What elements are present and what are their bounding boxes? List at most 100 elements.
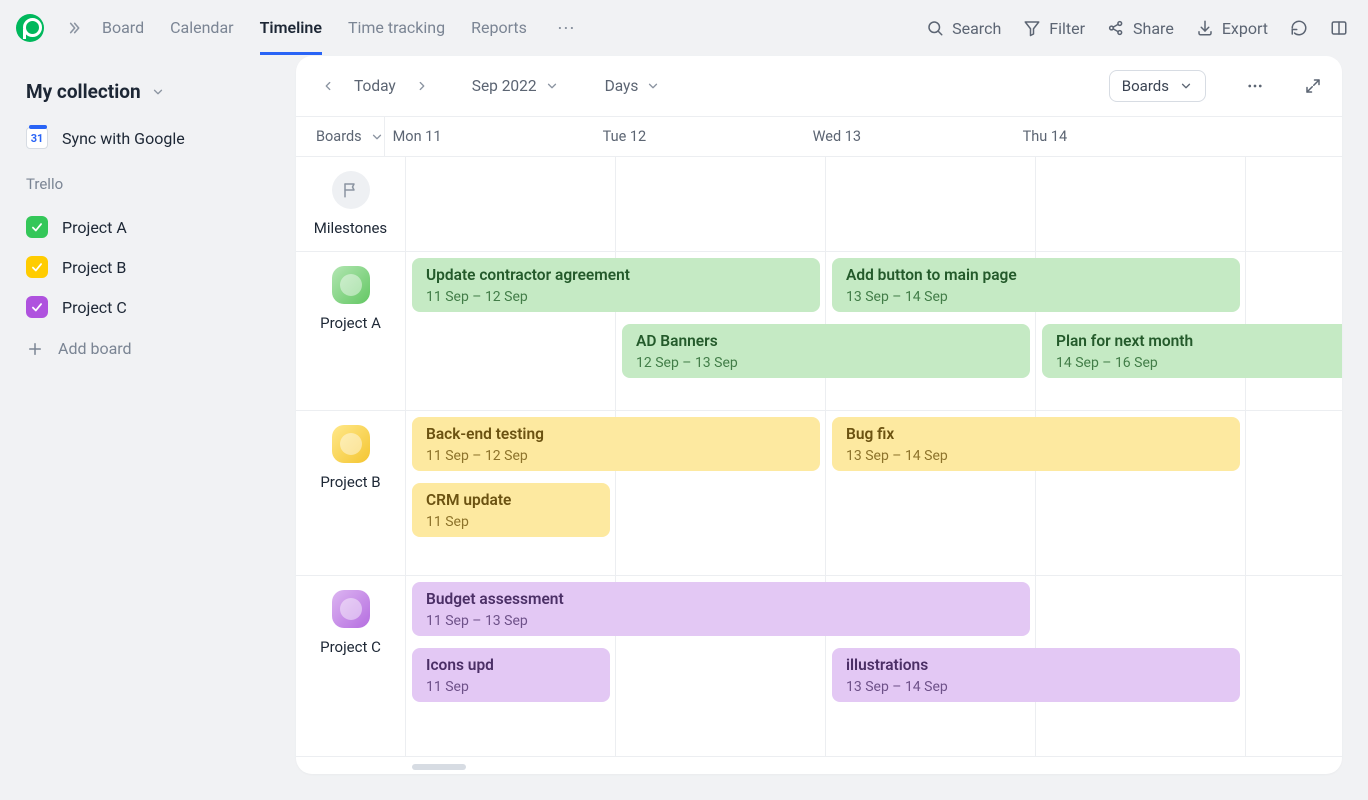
fullscreen-button[interactable] [1304,77,1322,95]
more-options-button[interactable] [1246,77,1264,95]
tab-board[interactable]: Board [102,1,144,55]
add-board-label: Add board [58,339,132,358]
board-color-icon [332,266,370,304]
task-title: Plan for next month [1056,332,1334,351]
board-list: Project AProject B Project C [26,207,274,327]
lane-head: Project B [296,411,406,575]
chevrons-right-icon [66,20,82,36]
lane-grid[interactable]: Back-end testing11 Sep – 12 Sep Bug fix 13… [406,411,1342,575]
task-title: Icons upd [426,656,598,675]
task-card[interactable]: Back-end testing11 Sep – 12 Sep [412,417,820,471]
task-dates: 14 Sep – 16 Sep [1056,355,1334,371]
export-action[interactable]: Export [1196,19,1268,38]
task-card[interactable]: Icons upd11 Sep [412,648,610,702]
source-label: Trello [26,175,274,193]
row-head-label: Boards [316,128,362,145]
prev-period-button[interactable] [316,74,340,98]
panel-toolbar: Today Sep 2022 Days Boards [296,56,1342,117]
unit-selector[interactable]: Days [605,77,661,95]
board-name: Project C [62,298,127,317]
month-label: Sep 2022 [472,77,537,95]
chevron-down-icon [151,85,165,99]
tabs-more-button[interactable]: ⋯ [553,18,580,39]
sync-with-google[interactable]: 31 Sync with Google [26,127,274,149]
row-head-dropdown[interactable]: Boards [296,117,385,156]
filter-action[interactable]: Filter [1023,19,1085,38]
sidebar-board-project-a[interactable]: Project A [26,207,274,247]
today-button[interactable]: Today [354,77,396,95]
board-color-icon [332,425,370,463]
task-title: Bug fix [846,425,1228,444]
board-checkbox[interactable] [26,256,48,278]
chevron-down-icon [545,79,559,93]
share-label: Share [1133,19,1174,38]
sidebar-board-project-c[interactable]: Project C [26,287,274,327]
task-card[interactable]: illustrations 13 Sep – 14 Sep [832,648,1240,702]
day-header: Thu 14 [1015,117,1225,156]
day-columns: Mon 11Tue 12Wed 13Thu 14Sat 15 [385,117,1342,156]
export-icon [1196,19,1214,37]
timeline-panel: Today Sep 2022 Days Boards [296,56,1342,774]
next-period-button[interactable] [410,74,434,98]
flag-icon [332,171,370,209]
tab-calendar[interactable]: Calendar [170,1,233,55]
month-selector[interactable]: Sep 2022 [472,77,559,95]
task-dates: 12 Sep – 13 Sep [636,355,1018,371]
task-card[interactable]: Add button to main page13 Sep – 14 Sep [832,258,1240,312]
task-dates: 11 Sep – 12 Sep [426,448,808,464]
timeline-body[interactable]: MilestonesProject AUpdate contractor agr… [296,157,1342,774]
day-header: Tue 12 [595,117,805,156]
day-header: Sat 15 [1225,117,1342,156]
task-dates: 13 Sep – 14 Sep [846,448,1228,464]
timeline-header: Boards Mon 11Tue 12Wed 13Thu 14Sat 15 [296,117,1342,157]
task-title: CRM update [426,491,598,510]
lane-head: Project A [296,252,406,410]
tab-timeline[interactable]: Timeline [260,1,322,55]
lane-title: Project C [320,638,381,656]
tab-reports[interactable]: Reports [471,1,527,55]
collection-title: My collection [26,80,141,103]
task-card[interactable]: CRM update11 Sep [412,483,610,537]
sidebar-board-project-b[interactable]: Project B [26,247,274,287]
chevron-left-icon [321,79,335,93]
search-icon [926,19,944,37]
task-card[interactable]: Bug fix 13 Sep – 14 Sep [832,417,1240,471]
task-card[interactable]: Budget assessment11 Sep – 13 Sep [412,582,1030,636]
task-card[interactable]: Update contractor agreement11 Sep – 12 S… [412,258,820,312]
lane-head: Project C [296,576,406,756]
chevron-right-icon [415,79,429,93]
panel-icon [1330,19,1348,37]
lane-project-a: Project AUpdate contractor agreement11 S… [296,252,1342,411]
grouping-selector[interactable]: Boards [1109,70,1206,102]
filter-label: Filter [1049,19,1085,38]
task-title: illustrations [846,656,1228,675]
horizontal-scrollbar[interactable] [406,764,1342,770]
share-icon [1107,19,1125,37]
lane-milestones: Milestones [296,157,1342,252]
filter-icon [1023,19,1041,37]
refresh-button[interactable] [1290,19,1308,37]
add-board-button[interactable]: Add board [26,327,274,370]
task-card[interactable]: Plan for next month 14 Sep – 16 Sep [1042,324,1342,378]
board-checkbox[interactable] [26,296,48,318]
search-action[interactable]: Search [926,19,1001,38]
lane-grid[interactable]: Budget assessment11 Sep – 13 Sep Icons up… [406,576,1342,756]
collection-dropdown[interactable]: My collection [26,80,274,103]
board-checkbox[interactable] [26,216,48,238]
task-card[interactable]: AD Banners12 Sep – 13 Sep [622,324,1030,378]
task-title: Update contractor agreement [426,266,808,285]
app-logo[interactable] [16,14,44,42]
export-label: Export [1222,19,1268,38]
grouping-label: Boards [1122,77,1169,95]
expand-icon [1304,77,1322,95]
panel-toggle-button[interactable] [1330,19,1348,37]
chevron-down-icon [1179,79,1193,93]
task-title: Add button to main page [846,266,1228,285]
lane-grid[interactable] [406,157,1342,251]
lane-grid[interactable]: Update contractor agreement11 Sep – 12 S… [406,252,1342,410]
share-action[interactable]: Share [1107,19,1174,38]
task-dates: 13 Sep – 14 Sep [846,679,1228,695]
collapse-sidebar-button[interactable] [60,14,88,42]
tab-time-tracking[interactable]: Time tracking [348,1,445,55]
search-label: Search [952,19,1001,38]
